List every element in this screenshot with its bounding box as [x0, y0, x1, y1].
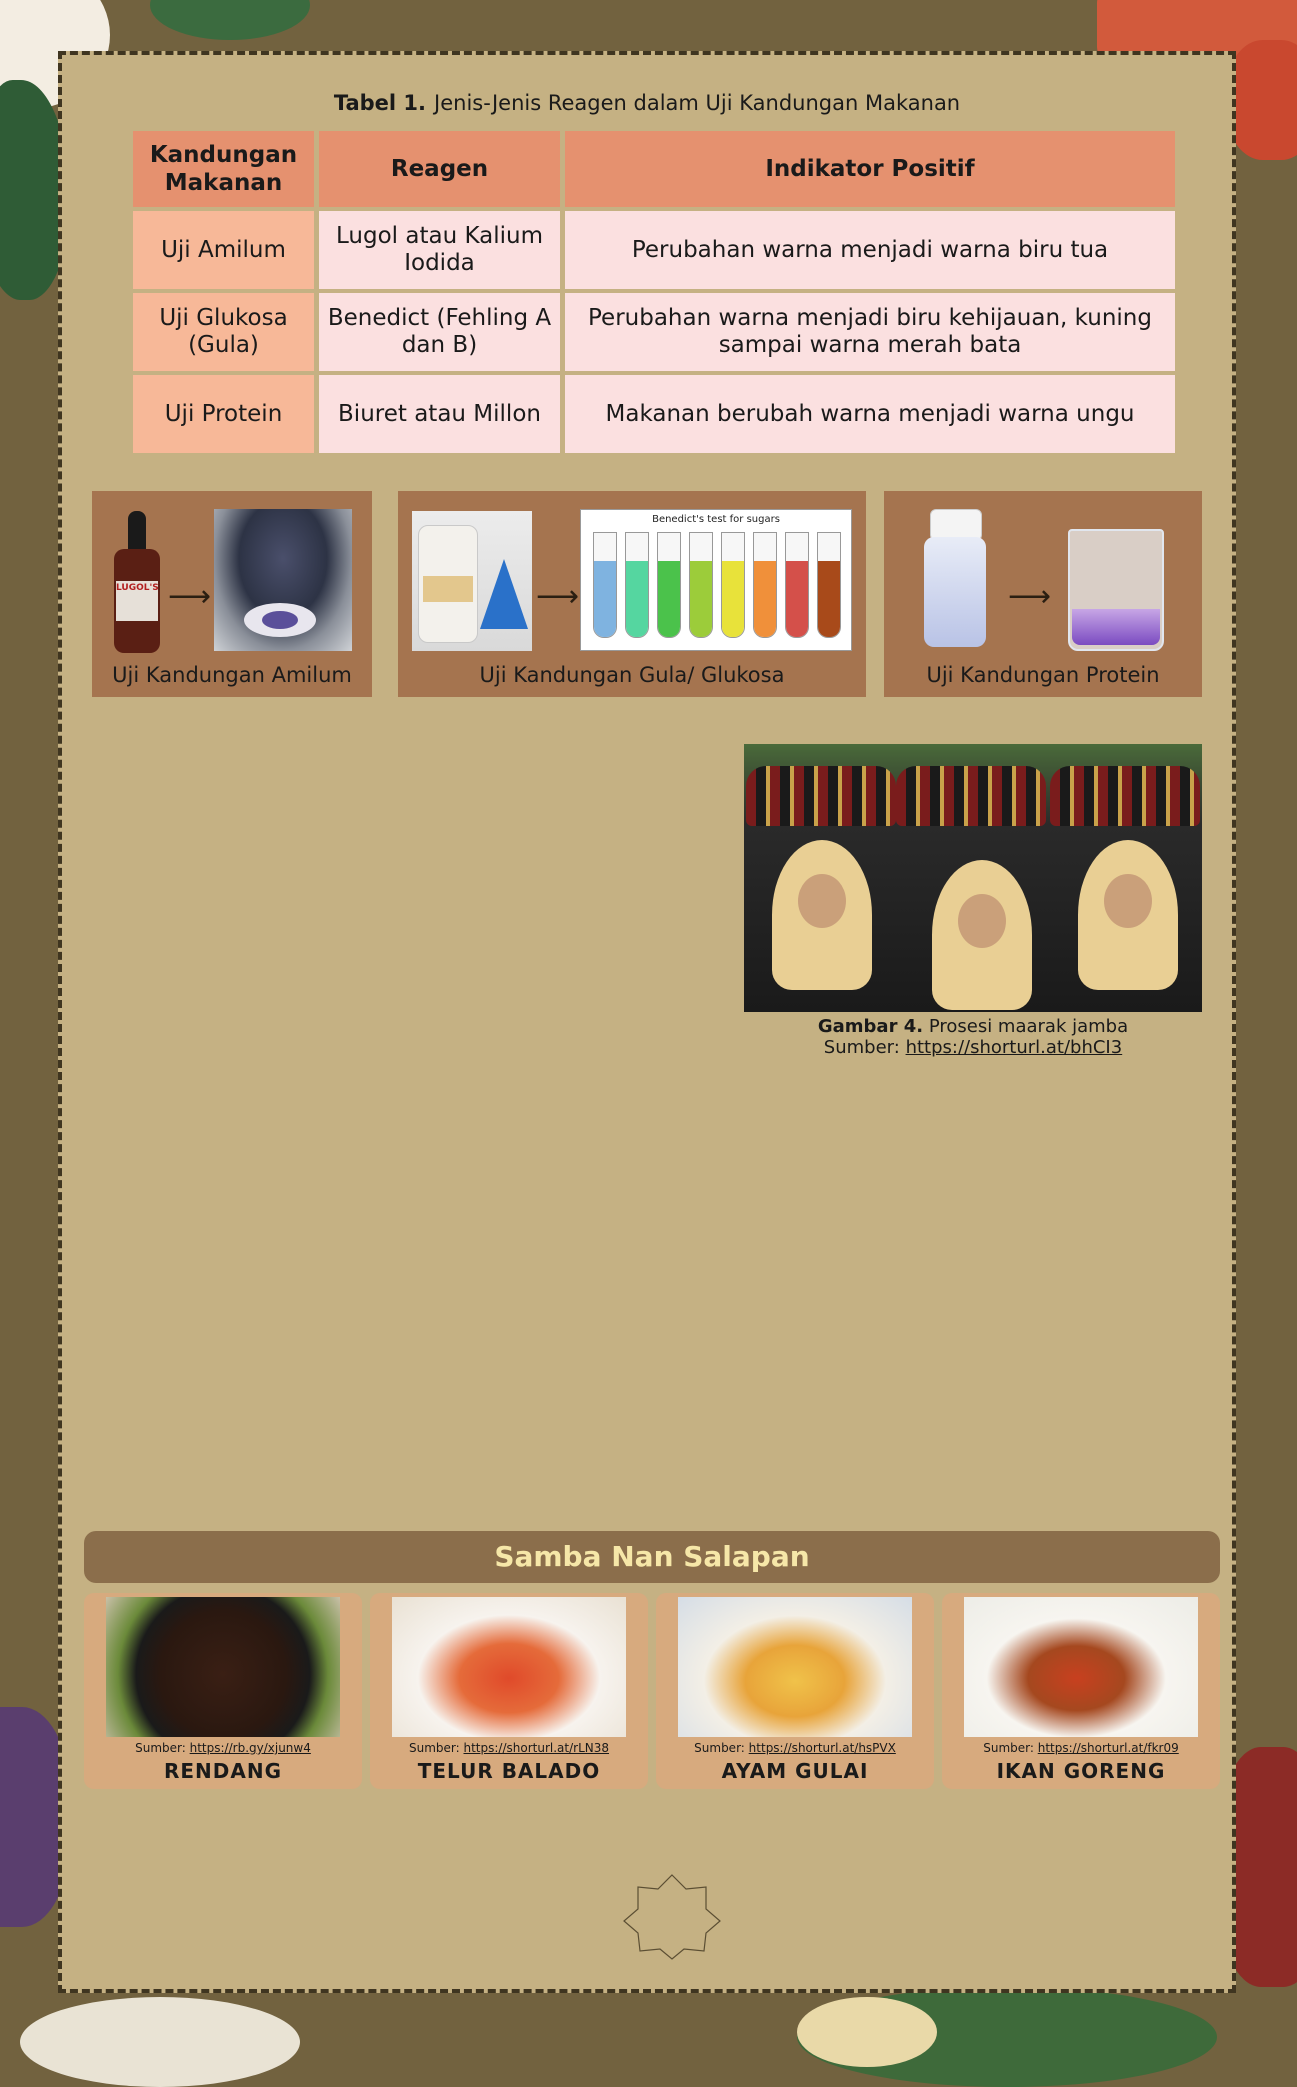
test-tube — [721, 532, 745, 638]
table-header-row: Kandungan Makanan Reagen Indikator Posit… — [133, 131, 1175, 207]
content-panel: Tabel 1. Jenis-Jenis Reagen dalam Uji Kan… — [58, 51, 1236, 1993]
arrow-right-icon: ⟶ — [536, 579, 580, 614]
test-tube — [817, 532, 841, 638]
lugol-bottle-image: LUGOL'S — [114, 511, 160, 653]
test-tube — [785, 532, 809, 638]
food-source: Sumber: https://shorturl.at/fkr09 — [942, 1741, 1220, 1755]
food-source-label: Sumber: — [135, 1741, 186, 1755]
telur-balado-photo — [392, 1597, 626, 1737]
maarak-jamba-photo — [744, 744, 1202, 1012]
reagent-table: Kandungan Makanan Reagen Indikator Posit… — [128, 127, 1180, 457]
test-label-protein: Uji Kandungan Protein — [926, 663, 1160, 687]
leaf-decoration — [150, 0, 310, 40]
table-header-cell: Reagen — [319, 131, 560, 207]
ikan-goreng-photo — [964, 1597, 1198, 1737]
table-row: Uji Protein Biuret atau Millon Makanan b… — [133, 375, 1175, 453]
food-source: Sumber: https://rb.gy/xjunw4 — [84, 1741, 362, 1755]
food-source-link[interactable]: https://shorturl.at/hsPVX — [749, 1741, 896, 1755]
lugol-bottle-label: LUGOL'S — [116, 581, 159, 621]
table-row: Uji Glukosa (Gula) Benedict (Fehling A d… — [133, 293, 1175, 371]
food-name: AYAM GULAI — [721, 1759, 869, 1783]
table-caption: Tabel 1. Jenis-Jenis Reagen dalam Uji Kan… — [62, 91, 1232, 115]
food-source-label: Sumber: — [694, 1741, 745, 1755]
food-source: Sumber: https://shorturl.at/hsPVX — [656, 1741, 934, 1755]
table-cell-indicator: Perubahan warna menjadi biru kehijauan, … — [565, 293, 1175, 371]
rendang-photo — [106, 1597, 340, 1737]
table-caption-text: Jenis-Jenis Reagen dalam Uji Kandungan M… — [434, 91, 961, 115]
test-label-glukosa: Uji Kandungan Gula/ Glukosa — [479, 663, 785, 687]
food-source-link[interactable]: https://shorturl.at/fkr09 — [1038, 1741, 1179, 1755]
amilum-result-image — [214, 509, 352, 651]
food-name: RENDANG — [163, 1759, 283, 1783]
test-box-amilum: LUGOL'S ⟶ Uji Kandungan Amilum — [92, 491, 372, 697]
figure-source-link[interactable]: https://shorturl.at/bhCI3 — [906, 1037, 1123, 1058]
table-cell-reagent: Benedict (Fehling A dan B) — [319, 293, 560, 371]
table-header-cell: Kandungan Makanan — [133, 131, 314, 207]
food-card-ikan-goreng: Sumber: https://shorturl.at/fkr09 IKAN G… — [942, 1593, 1220, 1789]
food-source-link[interactable]: https://rb.gy/xjunw4 — [190, 1741, 311, 1755]
food-source-label: Sumber: — [983, 1741, 1034, 1755]
table-cell-test: Uji Protein — [133, 375, 314, 453]
food-source-label: Sumber: — [408, 1741, 460, 1755]
table-caption-label: Tabel 1. — [333, 91, 427, 115]
food-source: Sumber: https://shorturl.at/rLN38 — [370, 1741, 648, 1755]
test-label-amilum: Uji Kandungan Amilum — [112, 663, 352, 687]
figure-label: Gambar 4. — [817, 1016, 924, 1037]
samba-header: Samba Nan Salapan — [84, 1531, 1220, 1583]
figure-source-label: Sumber: — [823, 1037, 900, 1058]
table-cell-test: Uji Amilum — [133, 211, 314, 289]
arrow-right-icon: ⟶ — [1008, 579, 1052, 614]
table-cell-indicator: Makanan berubah warna menjadi warna ungu — [565, 375, 1175, 453]
table-cell-indicator: Perubahan warna menjadi warna biru tua — [565, 211, 1175, 289]
biuret-bottle-image — [924, 509, 986, 651]
table-row: Uji Amilum Lugol atau Kalium Iodida Peru… — [133, 211, 1175, 289]
table-header-cell: Indikator Positif — [565, 131, 1175, 207]
table-cell-reagent: Biuret atau Millon — [319, 375, 560, 453]
figure-text: Prosesi maarak jamba — [928, 1016, 1129, 1037]
test-tube — [689, 532, 713, 638]
spice-decoration — [797, 1997, 937, 2067]
test-tube — [753, 532, 777, 638]
octagon-ornament-icon — [623, 1874, 721, 1960]
table-cell-test: Uji Glukosa (Gula) — [133, 293, 314, 371]
test-tube — [593, 532, 617, 638]
benedict-reagent-image — [412, 511, 532, 651]
test-tube — [657, 532, 681, 638]
test-box-glukosa: ⟶ Benedict's test for sugars Uji Kandung… — [398, 491, 866, 697]
benedict-chart-title: Benedict's test for sugars — [652, 514, 780, 525]
protein-beaker-image — [1068, 509, 1164, 651]
test-tube — [625, 532, 649, 638]
figure-caption: Gambar 4. Prosesi maarak jamba Sumber: h… — [744, 1016, 1202, 1058]
food-source-link[interactable]: https://shorturl.at/rLN38 — [464, 1741, 610, 1755]
table-cell-reagent: Lugol atau Kalium Iodida — [319, 211, 560, 289]
food-card-ayam-gulai: Sumber: https://shorturl.at/hsPVX AYAM G… — [656, 1593, 934, 1789]
food-name: IKAN GORENG — [996, 1759, 1166, 1783]
benedict-tubes-image: Benedict's test for sugars — [580, 509, 852, 651]
food-card-rendang: Sumber: https://rb.gy/xjunw4 RENDANG — [84, 1593, 362, 1789]
flower-decoration — [20, 1997, 300, 2087]
ayam-gulai-photo — [678, 1597, 912, 1737]
spice-decoration — [1227, 40, 1297, 160]
test-box-protein: ⟶ Uji Kandungan Protein — [884, 491, 1202, 697]
food-card-telur-balado: Sumber: https://shorturl.at/rLN38 TELUR … — [370, 1593, 648, 1789]
food-name: TELUR BALADO — [417, 1759, 601, 1783]
arrow-right-icon: ⟶ — [168, 579, 212, 614]
